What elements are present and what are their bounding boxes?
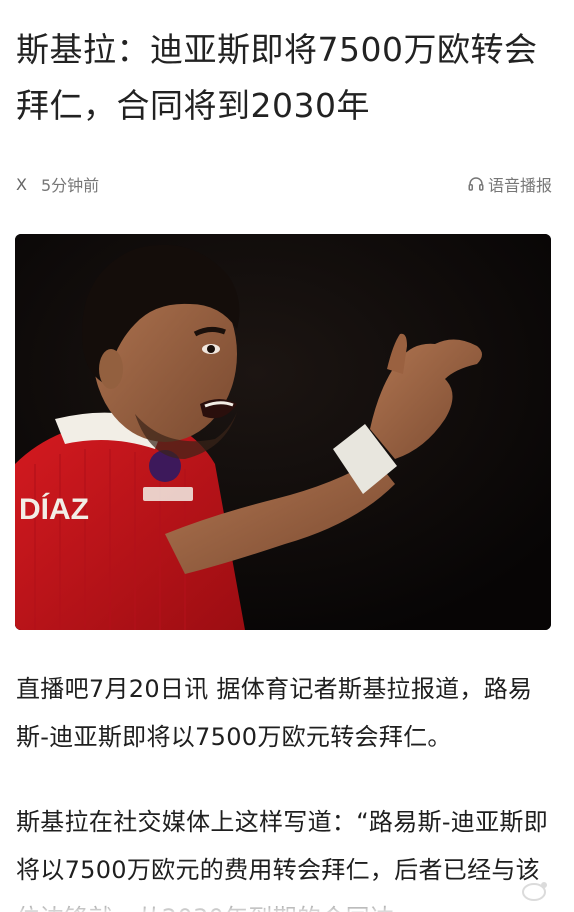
article-title: 斯基拉：迪亚斯即将7500万欧转会拜仁，合同将到2030年 — [16, 30, 538, 125]
article-paragraph: 斯基拉在社交媒体上这样写道：“路易斯-迪亚斯即将以7500万欧元的费用转会拜仁，… — [16, 808, 548, 912]
article-hero-image[interactable]: DÍAZ — [15, 234, 551, 630]
article-page: 斯基拉：迪亚斯即将7500万欧转会拜仁，合同将到2030年 X 5分钟前 语音播… — [0, 0, 574, 912]
article-paragraph: 直播吧7月20日讯 据体育记者斯基拉报道，路易斯-迪亚斯即将以7500万欧元转会… — [16, 675, 533, 751]
headphones-icon — [468, 177, 484, 191]
tts-label: 语音播报 — [487, 176, 552, 195]
publish-time: 5分钟前 — [40, 176, 100, 195]
article-source[interactable]: X — [16, 175, 27, 194]
jersey-name: DÍAZ — [19, 492, 89, 526]
tts-button[interactable]: 语音播报 — [467, 172, 552, 196]
article-meta: X 5分钟前 语音播报 — [16, 172, 552, 196]
player-photo: DÍAZ — [15, 234, 551, 630]
meta-left: X 5分钟前 — [16, 172, 99, 196]
watermark-logo-icon — [522, 882, 547, 901]
